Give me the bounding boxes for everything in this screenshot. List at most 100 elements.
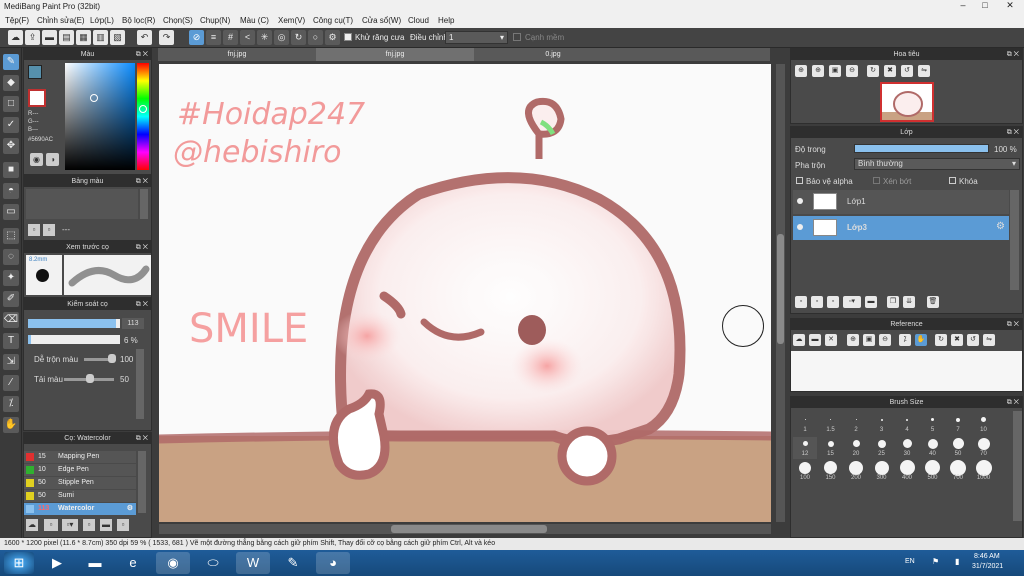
hand-tool-icon[interactable]: ✋ <box>3 417 19 433</box>
gear-icon[interactable]: ⚙ <box>996 221 1005 232</box>
bucket-tool-icon[interactable]: ◓ <box>3 183 19 199</box>
undo-icon[interactable]: ↶ <box>137 30 152 45</box>
menu-cloud[interactable]: Cloud <box>408 16 429 25</box>
protect-alpha-checkbox[interactable] <box>796 177 803 184</box>
select-check-icon[interactable]: ✓ <box>3 117 19 133</box>
snap-off-icon[interactable]: ⊘ <box>189 30 204 45</box>
menu-view[interactable]: Xem(V) <box>278 16 305 25</box>
brush-size-cell[interactable]: 4 <box>895 413 919 435</box>
layer-opacity-slider[interactable] <box>854 144 989 153</box>
palette-scrollbar[interactable] <box>140 189 148 219</box>
eyedropper-tool-icon[interactable]: ⁒ <box>3 396 19 412</box>
brush-folder-icon[interactable]: ▬ <box>100 519 112 531</box>
menu-layer[interactable]: Lớp(L) <box>90 16 114 25</box>
add-brush-icon[interactable]: ▫ <box>44 519 58 531</box>
add-palette-icon[interactable]: ▫ <box>28 224 40 236</box>
rotate-icon[interactable]: ↻ <box>867 65 879 77</box>
layer-blend-select[interactable]: Bình thường ▾ <box>854 158 1020 170</box>
drawing-canvas[interactable]: #Hoidap247 @hebishiro SMILE <box>159 64 771 522</box>
lasso-tool-icon[interactable]: ◌ <box>3 249 19 265</box>
trash-icon[interactable]: 🗑 <box>927 296 939 308</box>
brush-item[interactable]: 50 Sumi <box>24 490 136 502</box>
new-8bit-layer-icon[interactable]: ▫ <box>827 296 839 308</box>
clip-checkbox[interactable] <box>873 177 880 184</box>
brush-size-cell[interactable]: 100 <box>793 461 817 483</box>
new-layer-icon[interactable]: ▫ <box>795 296 807 308</box>
layer-row[interactable]: Lớp1 <box>793 190 1009 214</box>
zoom-in-alt-icon[interactable]: ⊕ <box>812 65 824 77</box>
panel-close-icon[interactable]: ⧉ ✕ <box>136 242 148 253</box>
minimize-icon[interactable]: – <box>952 0 974 12</box>
rect-tool-icon[interactable]: □ <box>3 96 19 112</box>
hand-icon[interactable]: ✋ <box>915 334 927 346</box>
language-indicator[interactable]: EN <box>905 558 915 565</box>
operation-tool-icon[interactable]: ⇲ <box>3 354 19 370</box>
eraser-tool-icon[interactable]: ◆ <box>3 75 19 91</box>
brush-size-cell[interactable]: 10 <box>971 413 996 435</box>
snap-ellipse-icon[interactable]: ○ <box>308 30 323 45</box>
chrome-icon[interactable]: ◉ <box>156 552 190 574</box>
brush-menu-icon[interactable]: ▫▾ <box>62 519 78 531</box>
brush-size-cell[interactable]: 700 <box>946 459 970 483</box>
brush-size-cell[interactable]: 5 <box>920 413 945 435</box>
comment-icon[interactable]: ▬ <box>42 30 57 45</box>
menu-color[interactable]: Màu (C) <box>240 16 269 25</box>
snap-radial-icon[interactable]: ✳ <box>257 30 272 45</box>
foreground-color-swatch[interactable] <box>28 65 42 79</box>
layer-row-selected[interactable]: Lớp3 ⚙ <box>793 216 1009 240</box>
cloud-brush-icon[interactable]: ☁ <box>26 519 38 531</box>
layout-icon[interactable]: ▤ <box>59 30 74 45</box>
grid-icon[interactable]: ▦ <box>76 30 91 45</box>
transparent-color-swatch[interactable] <box>28 89 46 107</box>
menu-window[interactable]: Cửa sổ(W) <box>362 16 401 25</box>
comic-icon[interactable]: ▥ <box>93 30 108 45</box>
eye-icon[interactable] <box>797 224 803 230</box>
medibang-icon[interactable]: ◕ <box>316 552 350 574</box>
reload-slider-thumb[interactable] <box>86 374 94 383</box>
tab-document-active[interactable]: fnj.jpg <box>316 48 474 61</box>
panel-close-icon[interactable]: ⧉ ✕ <box>1007 319 1019 330</box>
close-icon[interactable]: ✕ <box>996 0 1024 12</box>
cloud-icon[interactable]: ☁ <box>8 30 23 45</box>
brush-size-cell[interactable]: 300 <box>869 460 894 483</box>
brush-control-scrollbar[interactable] <box>136 349 144 419</box>
layer-add-menu-icon[interactable]: ▫▾ <box>843 296 861 308</box>
redo-icon[interactable]: ↷ <box>159 30 174 45</box>
hue-cursor[interactable] <box>139 105 147 113</box>
hue-slider[interactable] <box>137 63 149 170</box>
smooth-checkbox[interactable] <box>513 33 521 41</box>
fill-rect-tool-icon[interactable]: ■ <box>3 162 19 178</box>
brush-size-cell[interactable]: 15 <box>818 437 843 459</box>
clock-date[interactable]: 31/7/2021 <box>972 563 1003 570</box>
tray-flag-icon[interactable]: ⚑ <box>932 557 939 566</box>
gear-icon[interactable]: ⚙ <box>127 503 133 515</box>
menu-filter[interactable]: Bộ lọc(R) <box>122 16 155 25</box>
zoom-out-icon[interactable]: ⊖ <box>879 334 891 346</box>
divide-tool-icon[interactable]: ⁄ <box>3 375 19 391</box>
panel-close-icon[interactable]: ⧉ ✕ <box>1007 127 1019 138</box>
new-halftone-layer-icon[interactable]: ▫ <box>811 296 823 308</box>
brush-item-selected[interactable]: 113 Watercolor ⚙ <box>24 503 136 515</box>
menu-select[interactable]: Chọn(S) <box>163 16 193 25</box>
delete-palette-icon[interactable]: ▫ <box>43 224 55 236</box>
brush-opacity-slider[interactable] <box>28 335 120 344</box>
clock-time[interactable]: 8:46 AM <box>974 553 1000 560</box>
brush-size-cell[interactable]: 25 <box>869 437 894 459</box>
snap-vanish-icon[interactable]: < <box>240 30 255 45</box>
explorer-icon[interactable]: ▬ <box>78 552 112 574</box>
vertical-scrollbar[interactable] <box>776 64 785 522</box>
snap-parallel-icon[interactable]: ≡ <box>206 30 221 45</box>
brush-item[interactable]: 15 Mapping Pen <box>24 451 136 463</box>
brush-tool-icon[interactable]: ✎ <box>3 54 19 70</box>
panel-close-icon[interactable]: ⧉ ✕ <box>136 49 148 60</box>
vertical-scroll-thumb[interactable] <box>777 234 784 344</box>
horizontal-scroll-thumb[interactable] <box>391 525 547 533</box>
duplicate-layer-icon[interactable]: ❐ <box>887 296 899 308</box>
open-folder-icon[interactable]: ▬ <box>809 334 821 346</box>
brush-size-cell[interactable]: 3 <box>869 413 894 435</box>
word-icon[interactable]: W <box>236 552 270 574</box>
panel-icon[interactable]: ▧ <box>110 30 125 45</box>
panel-close-icon[interactable]: ⧉ ✕ <box>136 433 148 444</box>
zoom-out-icon[interactable]: ⊖ <box>846 65 858 77</box>
brush-size-cell[interactable]: 40 <box>920 437 945 459</box>
